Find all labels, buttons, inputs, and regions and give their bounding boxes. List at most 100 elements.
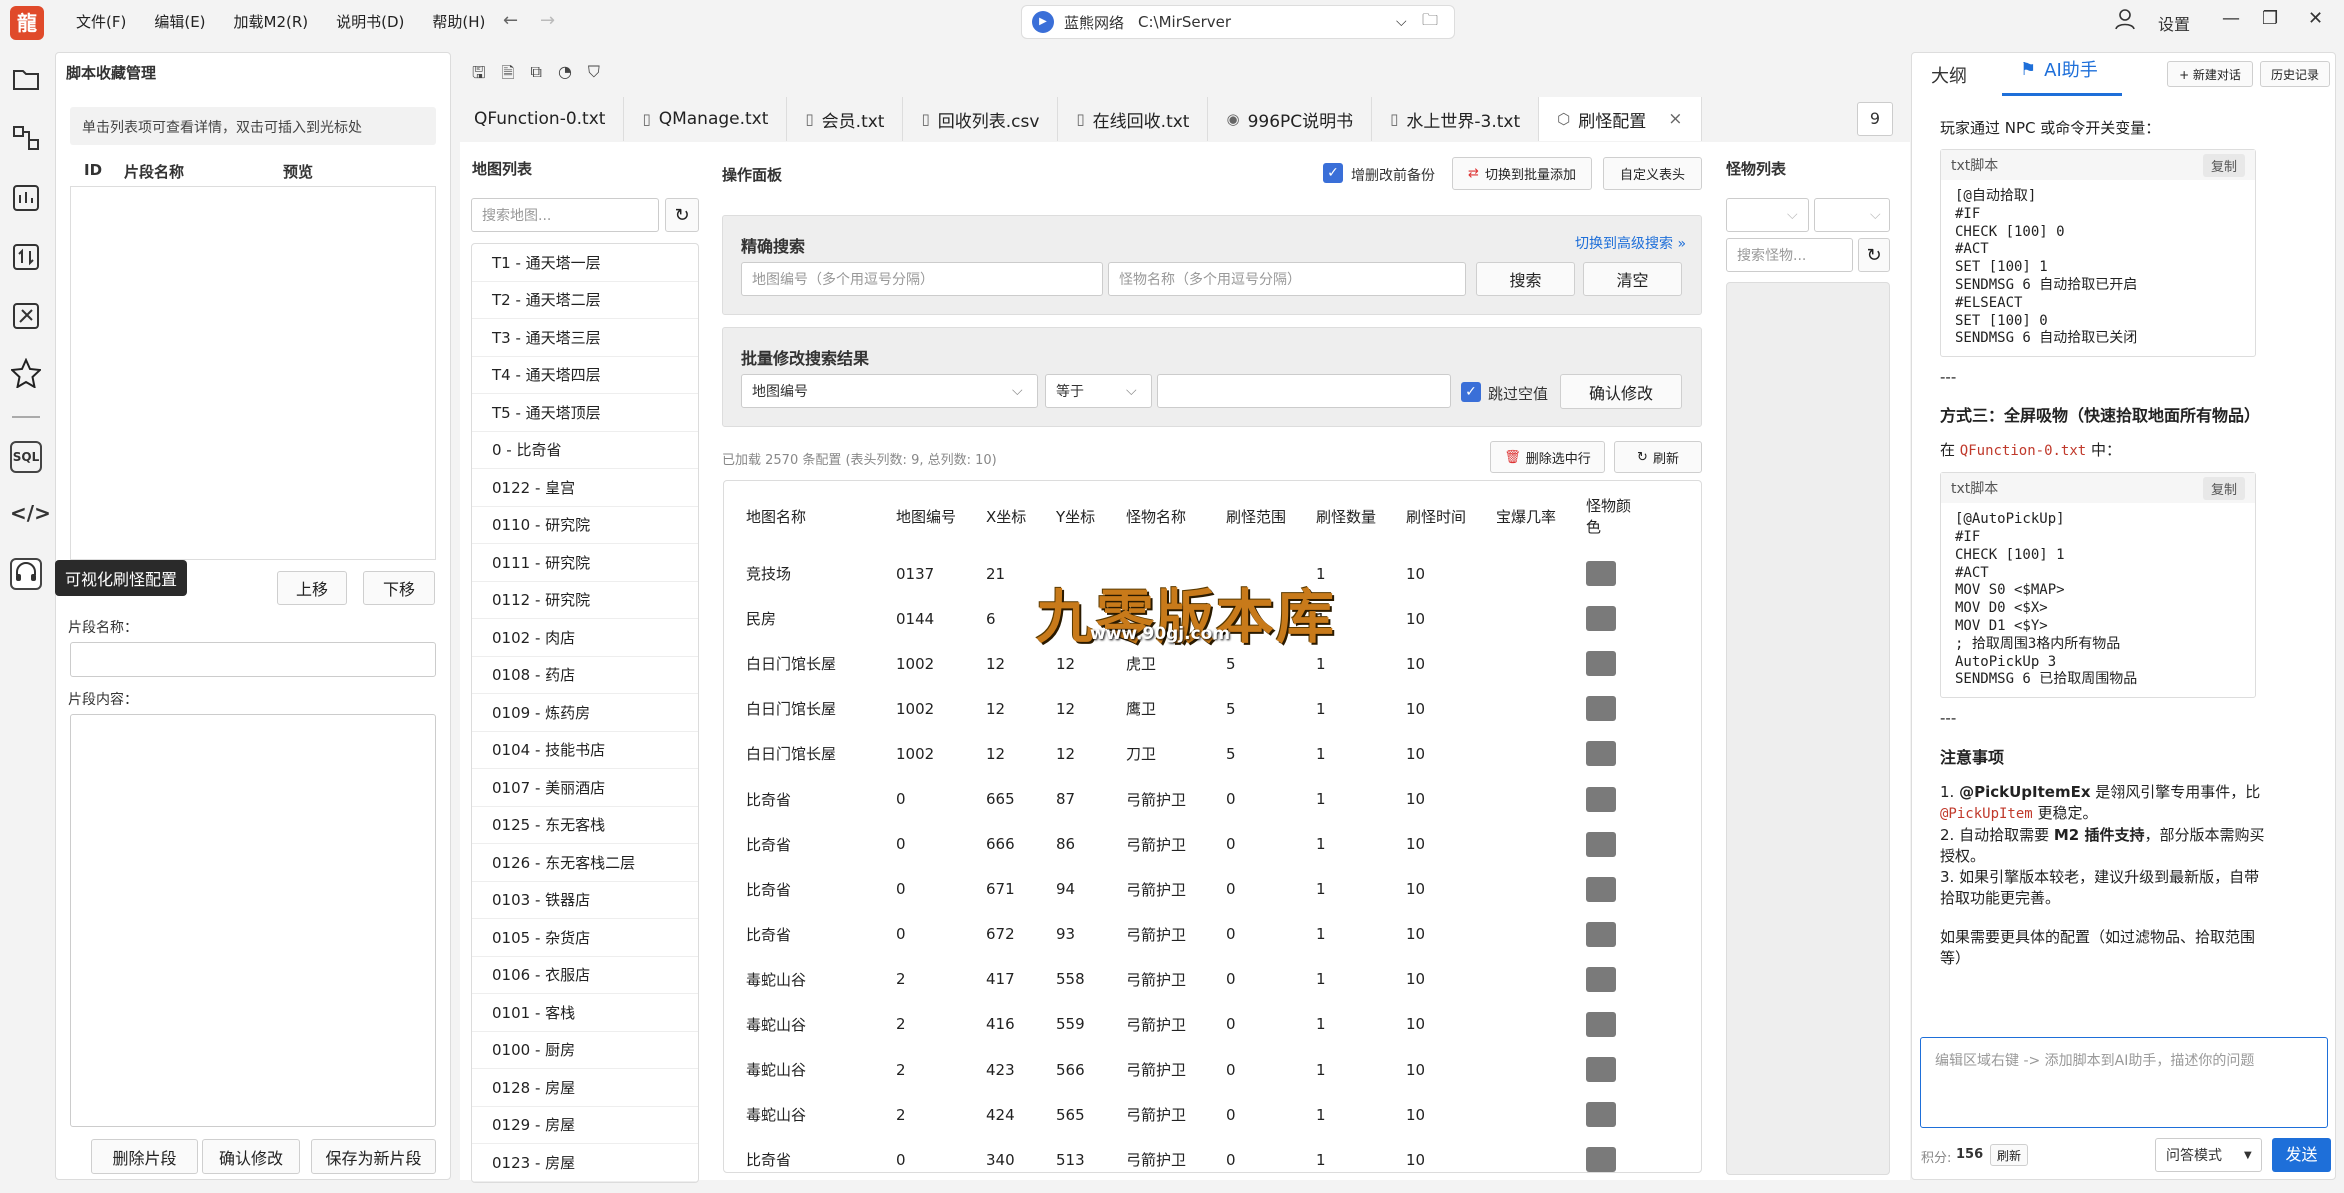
table-cell[interactable]: 比奇省	[724, 867, 874, 912]
table-cell[interactable]: 弓箭护卫	[1104, 1092, 1204, 1137]
map-list-item[interactable]: 0104 - 技能书店	[472, 732, 698, 769]
color-swatch[interactable]	[1586, 786, 1616, 812]
table-cell[interactable]: 0	[1204, 957, 1294, 1002]
table-cell[interactable]: 93	[1034, 912, 1104, 957]
back-arrow-icon[interactable]: ←	[503, 10, 518, 31]
color-cell[interactable]	[1564, 822, 1644, 867]
tab-2[interactable]: ▯ QManage.txt	[624, 97, 788, 141]
table-row[interactable]: 白日门馆长屋 1002 12 12 鹰卫 5 1 10	[724, 686, 1644, 731]
table-cell[interactable]: 12	[964, 731, 1034, 776]
sort-icon[interactable]	[10, 243, 42, 275]
table-cell[interactable]	[1474, 867, 1564, 912]
save-new-snippet-button[interactable]: 保存为新片段	[311, 1139, 436, 1174]
operator-select[interactable]: 等于 ⌵	[1045, 374, 1152, 408]
table-cell[interactable]: 12	[1034, 686, 1104, 731]
map-list-item[interactable]: 0123 - 房屋	[472, 1144, 698, 1182]
map-list-item[interactable]: 0 - 比奇省	[472, 432, 698, 469]
table-header[interactable]: 刷怪时间	[1384, 481, 1474, 551]
tab-overflow-count[interactable]: 9	[1857, 102, 1893, 136]
table-cell[interactable]: 558	[1034, 957, 1104, 1002]
table-cell[interactable]: 1	[1294, 776, 1384, 821]
color-swatch[interactable]	[1586, 1147, 1616, 1172]
table-cell[interactable]: 10	[1384, 596, 1474, 641]
table-cell[interactable]: 0	[1204, 822, 1294, 867]
table-cell[interactable]: 1002	[874, 686, 964, 731]
table-row[interactable]: 白日门馆长屋 1002 12 12 刀卫 5 1 10	[724, 731, 1644, 776]
table-cell[interactable]: 10	[1384, 1047, 1474, 1092]
table-cell[interactable]: 弓箭护卫	[1104, 957, 1204, 1002]
table-cell[interactable]: 5	[1204, 731, 1294, 776]
table-cell[interactable]: 12	[1034, 731, 1104, 776]
chart-icon[interactable]	[10, 184, 42, 216]
table-row[interactable]: 比奇省 0 340 513 弓箭护卫 0 1 10	[724, 1137, 1644, 1172]
table-cell[interactable]: 弓箭护卫	[1104, 822, 1204, 867]
search-button[interactable]: 搜索	[1476, 262, 1575, 296]
table-cell[interactable]	[1474, 641, 1564, 686]
ai-assistant-tab[interactable]: ⚑ AI助手	[2020, 56, 2098, 82]
copy-button[interactable]: 复制	[2202, 476, 2245, 500]
table-cell[interactable]: 94	[1034, 867, 1104, 912]
table-cell[interactable]: 1	[1294, 957, 1384, 1002]
forward-arrow-icon[interactable]: →	[540, 10, 555, 31]
map-list-item[interactable]: T5 - 通天塔顶层	[472, 394, 698, 432]
menu-item[interactable]: 编辑(E)	[154, 11, 205, 32]
new-chat-button[interactable]: + 新建对话	[2167, 61, 2253, 87]
table-cell[interactable]: 10	[1384, 1137, 1474, 1172]
table-cell[interactable]: 1	[1294, 1092, 1384, 1137]
table-cell[interactable]: 513	[1034, 1137, 1104, 1172]
refresh-table-button[interactable]: ↻ 刷新	[1614, 441, 1702, 473]
monster-filter-select-1[interactable]: ⌵	[1726, 198, 1809, 232]
color-cell[interactable]	[1564, 1137, 1644, 1172]
table-cell[interactable]: 0	[874, 1137, 964, 1172]
table-cell[interactable]: 424	[964, 1092, 1034, 1137]
table-cell[interactable]	[1474, 731, 1564, 776]
history-button[interactable]: 历史记录	[2260, 61, 2330, 87]
map-list-item[interactable]: T4 - 通天塔四层	[472, 357, 698, 394]
table-cell[interactable]: 白日门馆长屋	[724, 731, 874, 776]
table-cell[interactable]: 竞技场	[724, 551, 874, 596]
maximize-icon[interactable]: ❐	[2262, 8, 2278, 29]
table-cell[interactable]: 白日门馆长屋	[724, 686, 874, 731]
backup-checkbox[interactable]: ✓	[1323, 163, 1343, 183]
map-list-item[interactable]: 0105 - 杂货店	[472, 919, 698, 957]
table-cell[interactable]: 10	[1384, 1002, 1474, 1047]
monster-name-input[interactable]: 怪物名称（多个用逗号分隔）	[1108, 262, 1466, 296]
color-cell[interactable]	[1564, 641, 1644, 686]
tab-4[interactable]: ▯ 回收列表.csv	[903, 97, 1059, 141]
table-cell[interactable]	[1474, 596, 1564, 641]
table-header[interactable]: 地图名称	[724, 481, 874, 551]
table-cell[interactable]	[1474, 912, 1564, 957]
table-cell[interactable]: 1	[1294, 731, 1384, 776]
folder-icon[interactable]	[10, 66, 42, 98]
tab-6[interactable]: ◉ 996PC说明书	[1208, 97, 1373, 141]
table-cell[interactable]: 1	[1294, 1002, 1384, 1047]
table-cell[interactable]: 0	[1204, 776, 1294, 821]
table-cell[interactable]	[1474, 686, 1564, 731]
table-cell[interactable]: 666	[964, 822, 1034, 867]
monster-search-input[interactable]: 搜索怪物...	[1726, 238, 1853, 272]
table-cell[interactable]: 12	[964, 641, 1034, 686]
mode-select[interactable]: 问答模式 ▼	[2155, 1138, 2262, 1172]
table-cell[interactable]: 10	[1384, 551, 1474, 596]
document-icon[interactable]: 🗎	[502, 62, 515, 89]
table-cell[interactable]: 6	[964, 596, 1034, 641]
table-cell[interactable]: 毒蛇山谷	[724, 1092, 874, 1137]
map-list-item[interactable]: 0125 - 东无客栈	[472, 807, 698, 844]
user-icon[interactable]	[2114, 8, 2136, 35]
snippet-content-textarea[interactable]	[70, 714, 436, 1127]
table-cell[interactable]: 417	[964, 957, 1034, 1002]
table-cell[interactable]	[1474, 776, 1564, 821]
table-cell[interactable]: 1	[1294, 867, 1384, 912]
skip-empty-checkbox[interactable]: ✓	[1461, 382, 1481, 402]
map-list-item[interactable]: 0126 - 东无客栈二层	[472, 844, 698, 882]
menu-item[interactable]: 帮助(H)	[432, 11, 485, 32]
map-list-item[interactable]: 0110 - 研究院	[472, 507, 698, 544]
table-cell[interactable]: 565	[1034, 1092, 1104, 1137]
table-cell[interactable]: 1002	[874, 641, 964, 686]
color-cell[interactable]	[1564, 957, 1644, 1002]
table-row[interactable]: 毒蛇山谷 2 423 566 弓箭护卫 0 1 10	[724, 1047, 1644, 1092]
table-cell[interactable]: 0	[1204, 1002, 1294, 1047]
table-cell[interactable]: 10	[1384, 1092, 1474, 1137]
table-cell[interactable]: 10	[1384, 776, 1474, 821]
table-header[interactable]: 宝爆几率	[1474, 481, 1564, 551]
